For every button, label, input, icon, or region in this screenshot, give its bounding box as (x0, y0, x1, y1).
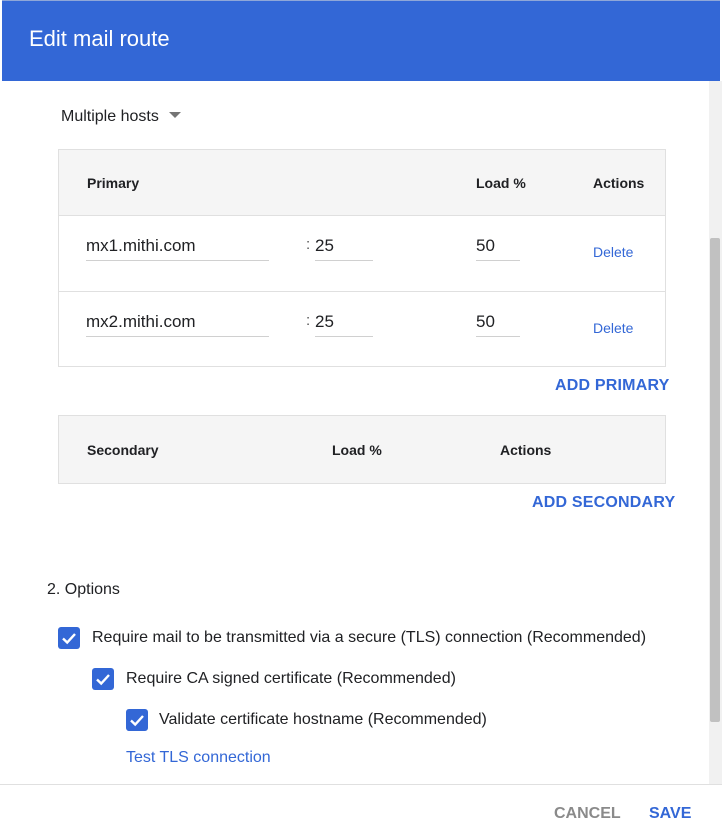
routing-mode-dropdown[interactable]: Multiple hosts (61, 108, 181, 126)
table-row: mx1.mithi.com : 25 50 Delete (59, 216, 665, 292)
checkmark-icon (130, 715, 144, 727)
secondary-hosts-table: Secondary Load % Actions (58, 415, 666, 484)
delete-link[interactable]: Delete (593, 244, 633, 260)
checkmark-icon (62, 633, 76, 645)
checkmark-icon (96, 674, 110, 686)
scrollbar-thumb[interactable] (710, 238, 720, 722)
validate-hostname-checkbox[interactable] (126, 709, 148, 731)
host-input[interactable]: mx2.mithi.com (86, 309, 269, 337)
port-input[interactable]: 25 (315, 233, 373, 261)
actions-column-header: Actions (500, 442, 552, 458)
routing-mode-value: Multiple hosts (61, 108, 159, 125)
validate-hostname-label: Validate certificate hostname (Recommend… (159, 711, 487, 728)
add-secondary-button[interactable]: ADD SECONDARY (532, 494, 675, 512)
load-input[interactable]: 50 (476, 309, 520, 337)
dialog-title: Edit mail route (29, 26, 170, 51)
tls-required-label: Require mail to be transmitted via a sec… (92, 629, 647, 646)
delete-link[interactable]: Delete (593, 320, 633, 336)
table-row: mx2.mithi.com : 25 50 Delete (59, 292, 665, 367)
primary-table-header: Primary Load % Actions (59, 150, 665, 216)
port-separator: : (306, 236, 311, 253)
tls-required-checkbox[interactable] (58, 627, 80, 649)
host-input[interactable]: mx1.mithi.com (86, 233, 269, 261)
test-tls-connection-link[interactable]: Test TLS connection (126, 749, 271, 767)
ca-signed-checkbox[interactable] (92, 668, 114, 690)
primary-hosts-table: Primary Load % Actions mx1.mithi.com : 2… (58, 149, 666, 367)
load-column-header: Load % (332, 442, 382, 458)
port-input[interactable]: 25 (315, 309, 373, 337)
port-separator: : (306, 312, 311, 329)
primary-column-header: Primary (87, 175, 140, 191)
actions-column-header: Actions (593, 175, 645, 191)
caret-down-icon (169, 112, 181, 118)
options-section-title: 2. Options (47, 581, 120, 598)
add-primary-button[interactable]: ADD PRIMARY (555, 377, 670, 395)
edit-mail-route-dialog: Edit mail route Multiple hosts Primary L… (0, 0, 722, 840)
dialog-header: Edit mail route (2, 0, 720, 81)
secondary-table-header: Secondary Load % Actions (59, 416, 665, 484)
cancel-button[interactable]: CANCEL (554, 805, 621, 823)
dialog-footer: CANCEL SAVE (0, 784, 722, 840)
load-column-header: Load % (476, 175, 526, 191)
save-button[interactable]: SAVE (649, 805, 691, 823)
secondary-column-header: Secondary (87, 442, 159, 458)
load-input[interactable]: 50 (476, 233, 520, 261)
ca-signed-label: Require CA signed certificate (Recommend… (126, 670, 456, 687)
